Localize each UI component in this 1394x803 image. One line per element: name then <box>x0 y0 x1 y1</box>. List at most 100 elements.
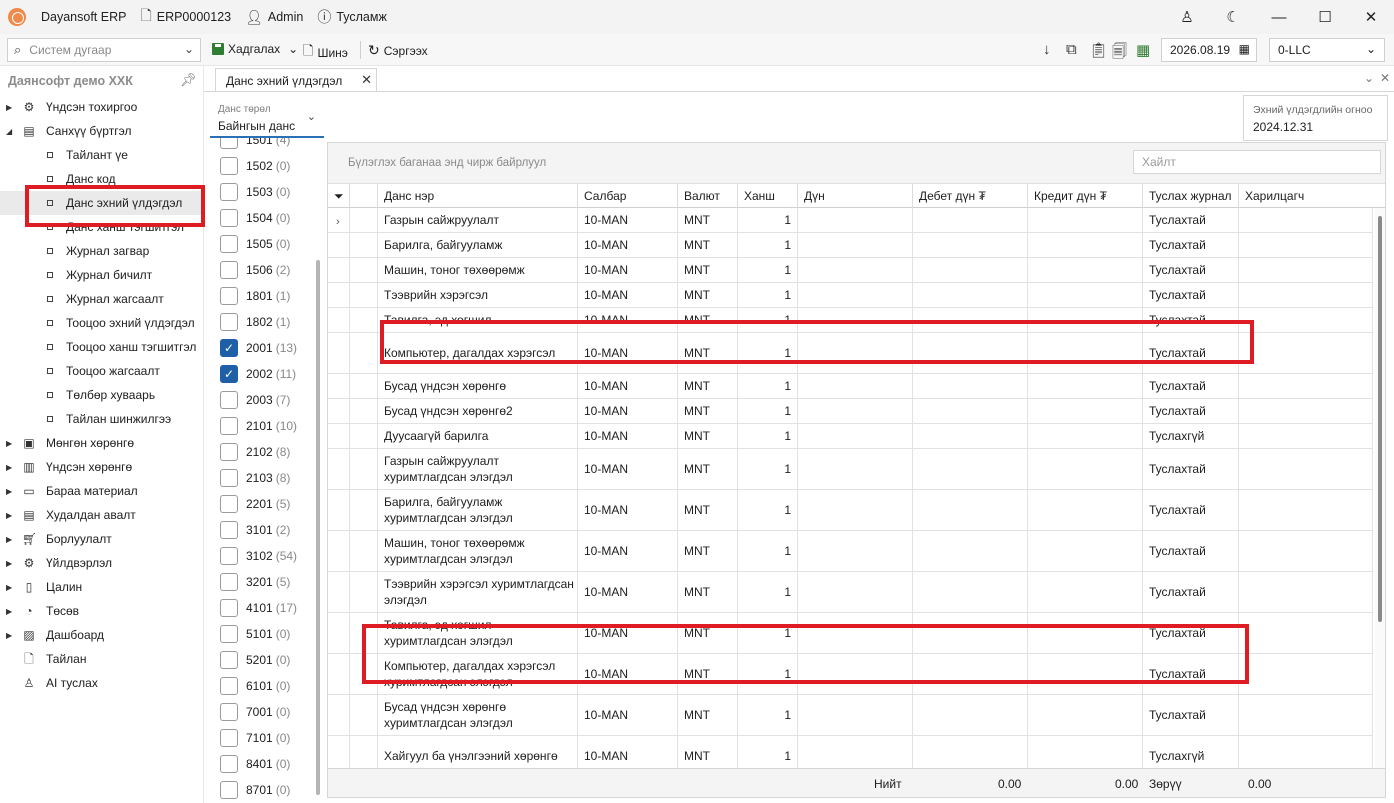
account-code-option[interactable]: 6101 (0) <box>220 676 290 696</box>
account-code-option[interactable]: 1802 (1) <box>220 312 290 332</box>
table-row[interactable]: Тээврийн хэрэгсэл 10-MAN MNT 1 Туслахтай <box>328 283 1373 308</box>
account-code-option[interactable]: 7101 (0) <box>220 728 290 748</box>
account-code-option[interactable]: 7001 (0) <box>220 702 290 722</box>
checkbox-icon[interactable] <box>220 651 238 669</box>
account-code-option[interactable]: 2102 (8) <box>220 442 290 462</box>
checkbox-icon[interactable] <box>220 469 238 487</box>
checkbox-icon[interactable] <box>220 729 238 747</box>
sidebar-item-payroll[interactable]: ▶ ▯ Цалин <box>0 575 204 599</box>
account-code-option[interactable]: 1502 (0) <box>220 156 290 176</box>
checkbox-icon[interactable] <box>220 703 238 721</box>
checkbox-icon[interactable] <box>220 157 238 175</box>
checkbox-icon[interactable] <box>220 443 238 461</box>
table-row[interactable]: Тээврийн хэрэгсэл хуримтлагдсан элэгдэл 1… <box>328 572 1373 613</box>
cell-expand[interactable]: › <box>328 208 350 232</box>
sidebar-item-report[interactable]: 🗋 Тайлан <box>0 647 204 671</box>
dark-mode-icon[interactable]: ☾ <box>1210 0 1256 34</box>
account-code-option[interactable]: 2201 (5) <box>220 494 290 514</box>
sidebar-sub-payment-schedule[interactable]: Төлбөр хуваарь <box>0 383 204 407</box>
cell-expand[interactable] <box>328 333 350 373</box>
cell-expand[interactable] <box>328 531 350 571</box>
refresh-button[interactable]: ↻ Сэргээх <box>368 42 428 59</box>
checkbox-icon[interactable] <box>220 287 238 305</box>
account-type-select[interactable]: Данс төрөл Байнгын данс ⌄ <box>210 96 324 138</box>
table-row[interactable]: Барилга, байгууламж 10-MAN MNT 1 Туслахтай <box>328 233 1373 258</box>
account-code-option[interactable]: 2103 (8) <box>220 468 290 488</box>
account-code-option[interactable]: 1504 (0) <box>220 208 290 228</box>
cell-expand[interactable] <box>328 424 350 448</box>
group-by-area[interactable]: Бүлэглэх баганаа энд чирж байрлуул Хайлт <box>328 143 1385 183</box>
row-expand-icon[interactable]: › <box>336 214 340 230</box>
close-icon[interactable]: ✕ <box>361 72 372 88</box>
cell-expand[interactable] <box>328 695 350 735</box>
expand-icon[interactable]: ▶ <box>6 511 12 520</box>
table-row[interactable]: Барилга, байгууламж хуримтлагдсан элэгдэ… <box>328 490 1373 531</box>
account-code-option[interactable]: 1501 (4) <box>220 138 290 150</box>
sidebar-item-budget[interactable]: ▶ ◔ Төсөв <box>0 599 204 623</box>
col-rate[interactable]: Ханш <box>738 184 798 208</box>
cell-expand[interactable] <box>328 374 350 398</box>
checkbox-icon[interactable] <box>220 391 238 409</box>
minimize-button[interactable]: — <box>1256 0 1302 34</box>
close-icon[interactable]: ✕ <box>1380 71 1390 85</box>
cell-expand[interactable] <box>328 613 350 653</box>
sidebar-sub-reporting-period[interactable]: Тайлант үе <box>0 143 204 167</box>
filter-icon[interactable]: ⏷ <box>328 184 350 208</box>
col-currency[interactable]: Валют <box>678 184 738 208</box>
maximize-button[interactable]: ☐ <box>1302 0 1348 34</box>
save-button[interactable]: Хадгалах ⌄ <box>212 42 298 56</box>
opening-balance-date[interactable]: Эхний үлдэгдлийн огноо 2024.12.31 <box>1243 95 1388 141</box>
sidebar-item-cash[interactable]: ▶ ▣ Мөнгөн хөрөнгө <box>0 431 204 455</box>
sidebar-sub-settlement-opening[interactable]: Тооцоо эхний үлдэгдэл <box>0 311 204 335</box>
checkbox-icon[interactable] <box>220 495 238 513</box>
cell-expand[interactable] <box>328 283 350 307</box>
checkbox-icon[interactable] <box>220 547 238 565</box>
cell-expand[interactable] <box>328 399 350 423</box>
copy-icon[interactable]: ⧉ <box>1066 41 1077 58</box>
expand-icon[interactable]: ▶ <box>6 631 12 640</box>
checkbox-icon[interactable] <box>220 138 238 149</box>
col-credit[interactable]: Кредит дүн ₮ <box>1028 184 1143 208</box>
pin-icon[interactable]: 📌︎ <box>180 72 197 88</box>
checkbox-icon[interactable] <box>220 677 238 695</box>
expand-icon[interactable]: ▶ <box>6 487 12 496</box>
checkbox-icon[interactable] <box>220 521 238 539</box>
checkbox-icon[interactable] <box>220 573 238 591</box>
expand-icon[interactable]: ▶ <box>6 463 12 472</box>
chevron-down-icon[interactable]: ⌄ <box>1364 71 1374 85</box>
table-row[interactable]: Машин, тоног төхөөрөмж хуримтлагдсан элэ… <box>328 531 1373 572</box>
sidebar-sub-journal-list[interactable]: Журнал жагсаалт <box>0 287 204 311</box>
excel-icon[interactable]: ▦ <box>1136 41 1150 59</box>
sidebar-item-production[interactable]: ▶ ⚙ Үйлдвэрлэл <box>0 551 204 575</box>
date-picker[interactable]: 2026.08.19 ▦ <box>1161 38 1257 62</box>
collapse-icon[interactable]: ◢ <box>6 127 12 136</box>
col-branch[interactable]: Салбар <box>578 184 678 208</box>
expand-icon[interactable]: ▶ <box>6 583 12 592</box>
sidebar-sub-settlement-list[interactable]: Тооцоо жагсаалт <box>0 359 204 383</box>
cell-expand[interactable] <box>328 490 350 530</box>
account-code-option[interactable]: ✓ 2002 (11) <box>220 364 296 384</box>
table-row[interactable]: Бусад үндсэн хөрөнгө хуримтлагдсан элэгд… <box>328 695 1373 736</box>
col-sub-journal[interactable]: Туслах журнал <box>1143 184 1239 208</box>
sidebar-sub-journal-template[interactable]: Журнал загвар <box>0 239 204 263</box>
account-code-option[interactable]: 8701 (0) <box>220 780 290 800</box>
table-row[interactable]: Бусад үндсэн хөрөнгө 10-MAN MNT 1 Туслахтай <box>328 374 1373 399</box>
account-code-option[interactable]: 8401 (0) <box>220 754 290 774</box>
expand-icon[interactable]: ▶ <box>6 439 12 448</box>
grid-scrollbar[interactable] <box>1375 208 1385 768</box>
col-amount[interactable]: Дүн <box>798 184 913 208</box>
account-code-option[interactable]: 3201 (5) <box>220 572 290 592</box>
sidebar-item-purchase[interactable]: ▶ ▤ Худалдан авалт <box>0 503 204 527</box>
checkbox-icon[interactable] <box>220 781 238 799</box>
account-code-option[interactable]: 1503 (0) <box>220 182 290 202</box>
sidebar-item-sales[interactable]: ▶ 🛒︎ Борлуулалт <box>0 527 204 551</box>
expand-icon[interactable]: ▶ <box>6 103 12 112</box>
cell-expand[interactable] <box>328 572 350 612</box>
checkbox-icon[interactable] <box>220 209 238 227</box>
col-debit[interactable]: Дебет дүн ₮ <box>913 184 1028 208</box>
checkbox-icon[interactable] <box>220 261 238 279</box>
table-row[interactable]: Машин, тоног төхөөрөмж 10-MAN MNT 1 Туслахта… <box>328 258 1373 283</box>
help-menu[interactable]: ⓘ Тусламж <box>317 7 387 27</box>
checkbox-icon[interactable] <box>220 313 238 331</box>
account-code-option[interactable]: 3101 (2) <box>220 520 290 540</box>
